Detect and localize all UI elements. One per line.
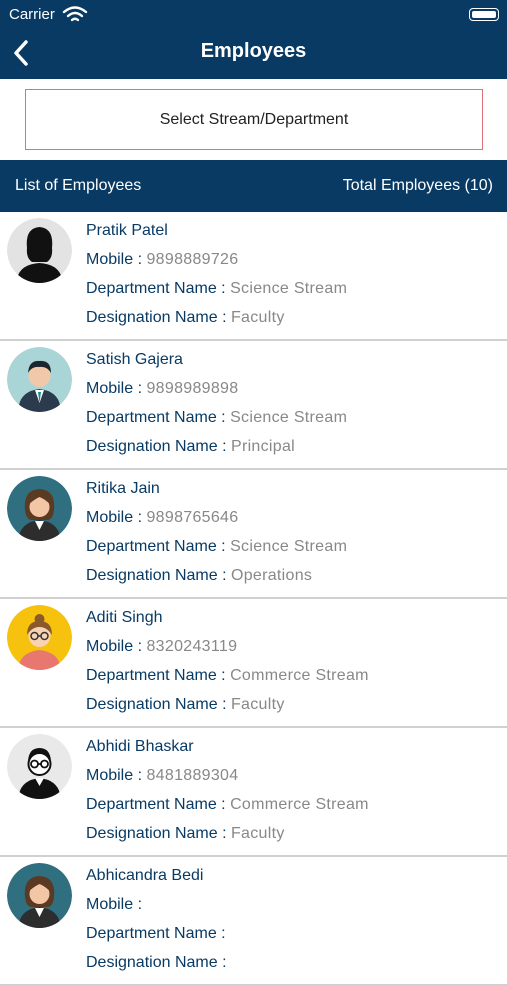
designation-value: Principal [230, 438, 296, 455]
department-line: Department Name : Science Stream [86, 538, 499, 567]
employee-info: Pratik Patel Mobile : 9898889726 Departmen… [86, 222, 499, 338]
employee-row[interactable]: Abhicandra Bedi Mobile : Department Name … [0, 857, 507, 986]
designation-line: Designation Name : Operations [86, 567, 499, 596]
mobile-value: 8320243119 [146, 638, 238, 655]
designation-label: Designation Name : [86, 825, 231, 842]
employee-name: Aditi Singh [86, 609, 163, 626]
designation-label: Designation Name : [86, 954, 227, 971]
mobile-line: Mobile : 9898989898 [86, 380, 499, 409]
designation-label: Designation Name : [86, 309, 231, 326]
department-label: Department Name : [86, 280, 231, 297]
employee-name: Pratik Patel [86, 222, 168, 239]
wifi-icon [62, 6, 88, 22]
designation-line: Designation Name : Faculty [86, 309, 499, 338]
employee-name: Satish Gajera [86, 351, 183, 368]
designation-label: Designation Name : [86, 696, 231, 713]
nav-row: Employees [0, 30, 507, 79]
department-line: Department Name : [86, 925, 499, 954]
page-title: Employees [200, 40, 307, 62]
employee-count: Total Employees (10) [342, 177, 493, 194]
mobile-value: 8481889304 [146, 767, 239, 784]
filter-area: Select Stream/Department [0, 79, 507, 160]
employee-info: Ritika Jain Mobile : 9898765646 Department… [86, 480, 499, 596]
department-label: Department Name : [86, 538, 231, 555]
mobile-value: 9898765646 [146, 509, 239, 526]
mobile-line: Mobile : [86, 896, 499, 925]
designation-value: Faculty [230, 309, 285, 326]
department-label: Department Name : [86, 796, 231, 813]
mobile-label: Mobile : [86, 251, 147, 268]
list-title: List of Employees [15, 177, 142, 194]
battery-icon [469, 8, 499, 21]
list-header: List of Employees Total Employees (10) [0, 160, 507, 212]
mobile-label: Mobile : [86, 638, 147, 655]
department-value: Commerce Stream [230, 667, 369, 684]
female-glasses-icon [7, 605, 72, 670]
mobile-label: Mobile : [86, 509, 147, 526]
employee-name: Ritika Jain [86, 480, 160, 497]
designation-value: Faculty [230, 696, 285, 713]
department-label: Department Name : [86, 409, 231, 426]
female-silhouette-icon [7, 218, 72, 283]
employee-info: Abhicandra Bedi Mobile : Department Name … [86, 867, 499, 983]
department-label: Department Name : [86, 667, 231, 684]
designation-value: Operations [230, 567, 313, 584]
mobile-line: Mobile : 8481889304 [86, 767, 499, 796]
employee-row[interactable]: Ritika Jain Mobile : 9898765646 Department… [0, 470, 507, 599]
department-value: Science Stream [230, 409, 348, 426]
mobile-label: Mobile : [86, 767, 147, 784]
employee-info: Aditi Singh Mobile : 8320243119 Department… [86, 609, 499, 725]
department-line: Department Name : Commerce Stream [86, 796, 499, 825]
mobile-label: Mobile : [86, 896, 143, 913]
department-line: Department Name : Commerce Stream [86, 667, 499, 696]
employee-row[interactable]: Aditi Singh Mobile : 8320243119 Department… [0, 599, 507, 728]
employee-row[interactable]: Satish Gajera Mobile : 9898989898 Departme… [0, 341, 507, 470]
designation-line: Designation Name : Principal [86, 438, 499, 467]
department-value: Commerce Stream [230, 796, 369, 813]
designation-label: Designation Name : [86, 438, 231, 455]
department-line: Department Name : Science Stream [86, 280, 499, 309]
female-business-icon [7, 863, 72, 928]
mobile-line: Mobile : 8320243119 [86, 638, 499, 667]
department-line: Department Name : Science Stream [86, 409, 499, 438]
mobile-label: Mobile : [86, 380, 147, 397]
employee-row[interactable]: Abhidi Bhaskar Mobile : 8481889304 Departm… [0, 728, 507, 857]
mobile-line: Mobile : 9898765646 [86, 509, 499, 538]
mobile-line: Mobile : 9898889726 [86, 251, 499, 280]
employee-info: Satish Gajera Mobile : 9898989898 Departme… [86, 351, 499, 467]
designation-line: Designation Name : Faculty [86, 825, 499, 854]
designation-line: Designation Name : [86, 954, 499, 983]
department-label: Department Name : [86, 925, 226, 942]
employee-name: Abhidi Bhaskar [86, 738, 194, 755]
employee-name: Abhicandra Bedi [86, 867, 204, 884]
department-select[interactable]: Select Stream/Department [25, 89, 483, 150]
designation-value: Faculty [230, 825, 285, 842]
status-bar: Carrier [0, 0, 507, 30]
male-glasses-icon [7, 734, 72, 799]
employee-row[interactable]: Pratik Patel Mobile : 9898889726 Departmen… [0, 212, 507, 341]
male-suit-icon [7, 347, 72, 412]
designation-label: Designation Name : [86, 567, 231, 584]
department-value: Science Stream [230, 280, 348, 297]
top-bar: Carrier Employees [0, 0, 507, 79]
designation-line: Designation Name : Faculty [86, 696, 499, 725]
carrier-label: Carrier [9, 6, 55, 23]
employee-info: Abhidi Bhaskar Mobile : 8481889304 Departm… [86, 738, 499, 854]
mobile-value: 9898989898 [146, 380, 239, 397]
department-value: Science Stream [230, 538, 348, 555]
female-business-icon [7, 476, 72, 541]
mobile-value: 9898889726 [146, 251, 239, 268]
employee-list: Pratik Patel Mobile : 9898889726 Departmen… [0, 212, 507, 986]
